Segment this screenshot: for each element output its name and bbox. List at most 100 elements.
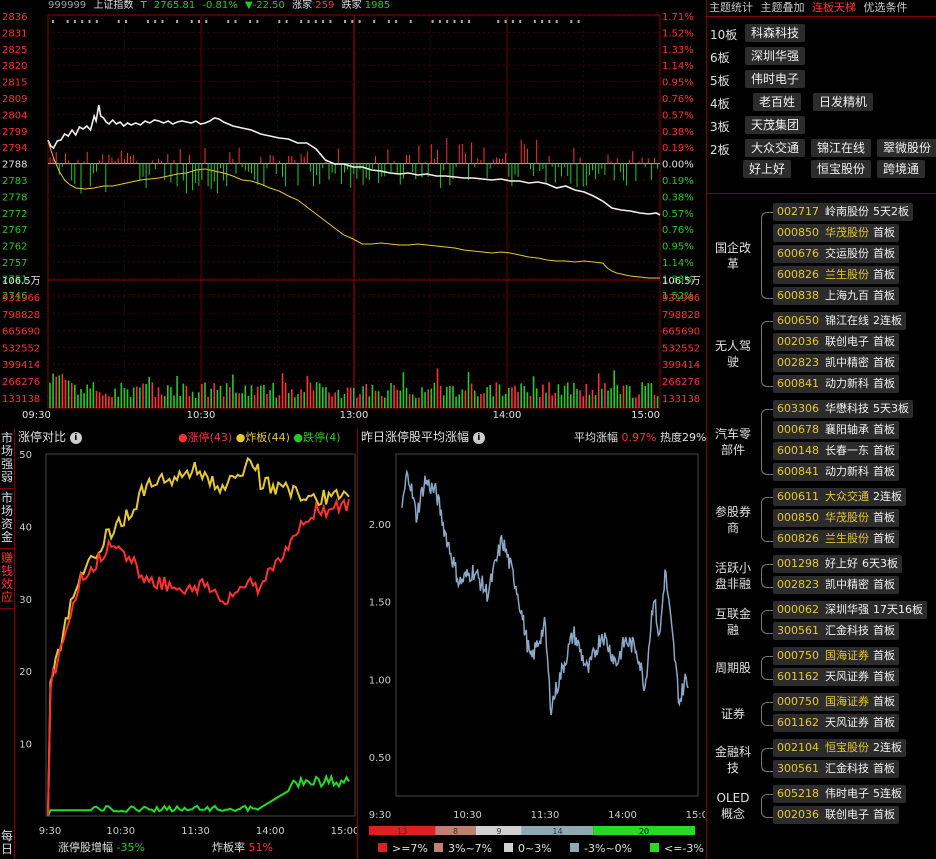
stock-code: 002717	[777, 205, 819, 218]
price-tick: 2757	[2, 258, 27, 269]
time-tick: 15:00	[631, 410, 660, 421]
status-dot	[307, 20, 310, 23]
stock-code: 000750	[777, 695, 819, 708]
stock-board-count: 2连板	[873, 490, 902, 503]
concept-stock-row[interactable]: 000062 深圳华强 17天16板	[773, 601, 927, 619]
status-dot	[146, 20, 149, 23]
price-tick: 2794	[2, 143, 27, 154]
ladder-stock-chip[interactable]: 跨境通	[877, 160, 926, 178]
concept-label[interactable]: 汽车零部件	[707, 426, 759, 458]
concept-stock-row[interactable]: 002036 联创电子 首板	[773, 333, 899, 351]
concept-label[interactable]: 参股券商	[707, 504, 759, 536]
price-tick: 2762	[2, 242, 27, 253]
concept-stock-row[interactable]: 600148 长春一东 首板	[773, 442, 899, 460]
stock-name: 深圳华强	[825, 603, 869, 616]
concept-bracket	[761, 748, 773, 772]
concept-bracket	[761, 409, 773, 475]
concept-stock-row[interactable]: 002823 凯中精密 首板	[773, 576, 899, 594]
concept-stock-row[interactable]: 605218 伟时电子 5连板	[773, 785, 906, 803]
concept-stock-row[interactable]: 600650 锦江在线 2连板	[773, 312, 906, 330]
ladder-level-label: 2板	[710, 143, 730, 157]
concept-stock-row[interactable]: 600841 动力新科 首板	[773, 463, 899, 481]
ladder-stock-chip[interactable]: 伟时电子	[745, 70, 806, 88]
tab-theme-overlay[interactable]: 主题叠加	[761, 1, 805, 14]
concept-stock-row[interactable]: 001298 好上好 6天3板	[773, 555, 902, 573]
concept-stock-row[interactable]: 000678 襄阳轴承 首板	[773, 421, 899, 439]
info-icon[interactable]: i	[472, 431, 485, 444]
concept-stock-row[interactable]: 002823 凯中精密 首板	[773, 354, 899, 372]
volume-tick: 399414	[662, 360, 700, 371]
concept-stock-row[interactable]: 600611 大众交通 2连板	[773, 488, 906, 506]
pct-tick: 0.76%	[662, 225, 694, 236]
broken-board-line	[47, 456, 350, 817]
ladder-stock-chip[interactable]: 恒宝股份	[811, 160, 872, 178]
y-tick: 20	[19, 667, 32, 678]
concept-stock-row[interactable]: 600826 兰生股份 首板	[773, 266, 899, 284]
concept-stock-row[interactable]: 601162 天风证券 首板	[773, 714, 899, 732]
ladder-stock-chip[interactable]: 天茂集团	[745, 116, 806, 134]
tab-limit-ladder[interactable]: 连板天梯	[812, 1, 856, 14]
tab-theme-stats[interactable]: 主题统计	[709, 1, 753, 14]
tab-preferred-conditions[interactable]: 优选条件	[864, 1, 908, 14]
concept-label[interactable]: 活跃小盘非融	[707, 560, 759, 592]
ladder-level-label: 3板	[710, 120, 730, 134]
concept-label[interactable]: 周期股	[707, 660, 759, 676]
concept-bracket	[761, 564, 773, 588]
ladder-stock-chip[interactable]: 好上好	[743, 160, 792, 178]
concept-label[interactable]: 国企改革	[707, 240, 759, 272]
concept-label[interactable]: 互联金融	[707, 606, 759, 638]
pct-tick: 0.38%	[662, 192, 694, 203]
ladder-stock-chip[interactable]: 深圳华强	[745, 47, 806, 65]
concept-stock-row[interactable]: 600838 上海九百 首板	[773, 287, 899, 305]
concept-stock-row[interactable]: 300561 汇金科技 首板	[773, 760, 899, 778]
ladder-stock-chip[interactable]: 科森科技	[745, 24, 806, 42]
ladder-stock-chip[interactable]: 日发精机	[813, 93, 874, 111]
concept-stock-row[interactable]: 603306 华懋科技 5天3板	[773, 400, 913, 418]
concept-stock-row[interactable]: 002104 恒宝股份 2连板	[773, 739, 906, 757]
ladder-stock-chip[interactable]: 翠微股份	[877, 139, 936, 157]
concept-stock-row[interactable]: 600826 兰生股份 首板	[773, 530, 899, 548]
volume-tick: 665690	[662, 327, 700, 338]
concept-stock-row[interactable]: 000850 华茂股份 首板	[773, 509, 899, 527]
concept-stock-row[interactable]: 000750 国海证券 首板	[773, 647, 899, 665]
chart-frame	[395, 453, 699, 797]
concept-label[interactable]: OLED概念	[707, 790, 759, 822]
ladder-stock-chip[interactable]: 老百姓	[753, 93, 802, 111]
stock-name: 兰生股份	[825, 532, 869, 545]
concept-label[interactable]: 证券	[707, 706, 759, 722]
info-icon[interactable]: i	[69, 431, 82, 444]
concept-stock-row[interactable]: 000850 华茂股份 首板	[773, 224, 899, 242]
limit-compare-chart[interactable]: 50 40 30 20 10 9:30 10:30 11:30 14:00 15:00	[15, 446, 357, 838]
tab-market-funds[interactable]: 市场资金	[0, 489, 14, 549]
concept-stock-row[interactable]: 000750 国海证券 首板	[773, 693, 899, 711]
ladder-stock-chip[interactable]: 锦江在线	[811, 139, 872, 157]
tab-daily[interactable]: 每日	[0, 827, 14, 859]
status-dot	[81, 20, 84, 23]
y-tick: 2.00	[369, 520, 391, 531]
concept-stock-row[interactable]: 601162 天风证券 首板	[773, 668, 899, 686]
stock-name: 交运股份	[825, 247, 869, 260]
price-tick: 2783	[2, 176, 27, 187]
concept-label[interactable]: 金融科技	[707, 744, 759, 776]
prev-panel-stats: 平均涨幅 0.97% 热度29%	[574, 431, 706, 445]
concept-stock-row[interactable]: 002717 岭南股份 5天2板	[773, 203, 913, 221]
prev-limit-avg-chart[interactable]: 2.00 1.50 1.00 0.50 9:30 10:30 11:30 14:00 15:00…	[358, 446, 705, 859]
intraday-chart[interactable]: 2836 1.71% 2831 1.52% 2825 1.33% 2820 1.14% 2815…	[0, 8, 705, 428]
status-dot	[438, 20, 441, 23]
ladder-stock-chip[interactable]: 大众交通	[745, 139, 806, 157]
ladder-divider	[707, 193, 936, 194]
stock-code: 002036	[777, 335, 819, 348]
x-tick: 9:30	[39, 826, 61, 837]
x-tick: 11:30	[531, 810, 560, 821]
status-dot	[548, 20, 551, 23]
tab-profit-effect[interactable]: 赚钱效应	[0, 549, 14, 609]
concept-stock-row[interactable]: 002036 联创电子 首板	[773, 806, 899, 824]
concept-stock-row[interactable]: 300561 汇金科技 首板	[773, 622, 899, 640]
concept-stock-row[interactable]: 600841 动力新科 首板	[773, 375, 899, 393]
legend-swatch	[434, 843, 443, 852]
concept-label[interactable]: 无人驾驶	[707, 338, 759, 370]
pct-tick: 0.19%	[662, 176, 694, 187]
concept-stock-row[interactable]: 600676 交运股份 首板	[773, 245, 899, 263]
tab-market-strength[interactable]: 市场强弱	[0, 429, 14, 489]
ladder-row: 5板 伟时电子	[707, 68, 936, 91]
